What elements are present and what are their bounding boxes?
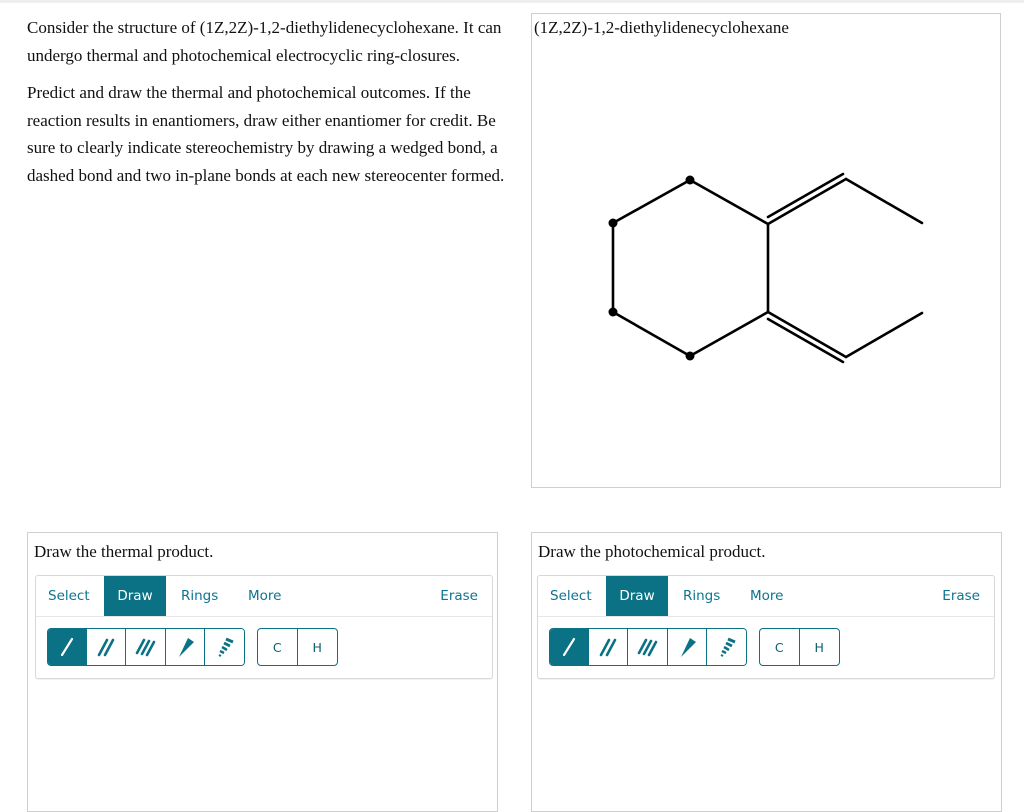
tab-more[interactable]: More	[738, 576, 795, 616]
tool-row: C H	[538, 617, 994, 678]
bond-tools	[549, 628, 747, 666]
panel-title: Draw the photochemical product.	[538, 542, 766, 561]
drawing-editor-toolbar: Select Draw Rings More Erase C H	[537, 575, 995, 679]
wedge-bond-icon	[680, 638, 696, 657]
tab-rings[interactable]: Rings	[671, 576, 732, 616]
single-bond-icon	[60, 637, 74, 657]
tab-select[interactable]: Select	[36, 576, 102, 616]
erase-button[interactable]: Erase	[930, 576, 992, 616]
hydrogen-atom-button[interactable]: H	[298, 629, 338, 665]
triple-bond-button[interactable]	[628, 629, 668, 665]
tab-more[interactable]: More	[236, 576, 293, 616]
double-bond-icon	[599, 638, 617, 657]
atom-dot	[608, 307, 618, 317]
single-bond-button[interactable]	[550, 629, 590, 665]
atom-tools: C H	[257, 628, 338, 666]
double-bond-upper-b	[766, 172, 845, 219]
tab-select[interactable]: Select	[538, 576, 604, 616]
molecule-figure: (1Z,2Z)-1,2-diethylidenecyclohexane	[531, 13, 1001, 488]
hydrogen-atom-button[interactable]: H	[800, 629, 840, 665]
drawing-editor-toolbar: Select Draw Rings More Erase C H	[35, 575, 493, 679]
tool-row: C H	[36, 617, 492, 678]
double-bond-lower-b	[766, 317, 845, 364]
triple-bond-icon	[637, 638, 657, 657]
bond	[611, 310, 692, 358]
bond	[688, 310, 770, 358]
dash-bond-button[interactable]	[706, 629, 746, 665]
triple-bond-icon	[135, 638, 155, 657]
tab-draw[interactable]: Draw	[104, 576, 166, 616]
question-paragraph-2: Predict and draw the thermal and photoch…	[27, 83, 505, 185]
single-bond-button[interactable]	[48, 629, 88, 665]
question-text: Consider the structure of (1Z,2Z)-1,2-di…	[27, 14, 507, 199]
wedge-bond-button[interactable]	[165, 629, 205, 665]
molecule-bonds	[611, 172, 924, 364]
top-bar	[0, 0, 1024, 3]
carbon-atom-button[interactable]: C	[258, 629, 298, 665]
photochemical-product-panel: Draw the photochemical product. Select D…	[531, 532, 1002, 812]
triple-bond-button[interactable]	[126, 629, 166, 665]
bond-tools	[47, 628, 245, 666]
wedge-bond-button[interactable]	[667, 629, 707, 665]
dash-bond-button[interactable]	[204, 629, 244, 665]
bond	[688, 178, 770, 226]
double-bond-icon	[97, 638, 115, 657]
dash-bond-icon	[720, 637, 736, 657]
double-bond-button[interactable]	[589, 629, 629, 665]
question-paragraph-1: Consider the structure of (1Z,2Z)-1,2-di…	[27, 18, 502, 65]
tab-draw[interactable]: Draw	[606, 576, 668, 616]
single-bond-icon	[562, 637, 576, 657]
atom-tools: C H	[759, 628, 840, 666]
bond-upper-methyl	[844, 177, 924, 225]
carbon-atom-button[interactable]: C	[760, 629, 800, 665]
editor-tabs: Select Draw Rings More Erase	[36, 576, 492, 617]
double-bond-button[interactable]	[87, 629, 127, 665]
wedge-bond-icon	[178, 638, 194, 657]
double-bond-upper-a	[766, 177, 848, 226]
bond	[611, 178, 692, 225]
thermal-product-panel: Draw the thermal product. Select Draw Ri…	[27, 532, 498, 812]
double-bond-lower-a	[766, 310, 848, 359]
panel-title: Draw the thermal product.	[34, 542, 214, 561]
erase-button[interactable]: Erase	[428, 576, 490, 616]
bond-lower-methyl	[844, 311, 924, 359]
tab-rings[interactable]: Rings	[169, 576, 230, 616]
dash-bond-icon	[218, 637, 234, 657]
atom-dot	[608, 218, 618, 228]
atom-dot	[685, 351, 695, 361]
molecule-structure	[608, 172, 924, 364]
editor-tabs: Select Draw Rings More Erase	[538, 576, 994, 617]
atom-dot	[685, 175, 695, 185]
